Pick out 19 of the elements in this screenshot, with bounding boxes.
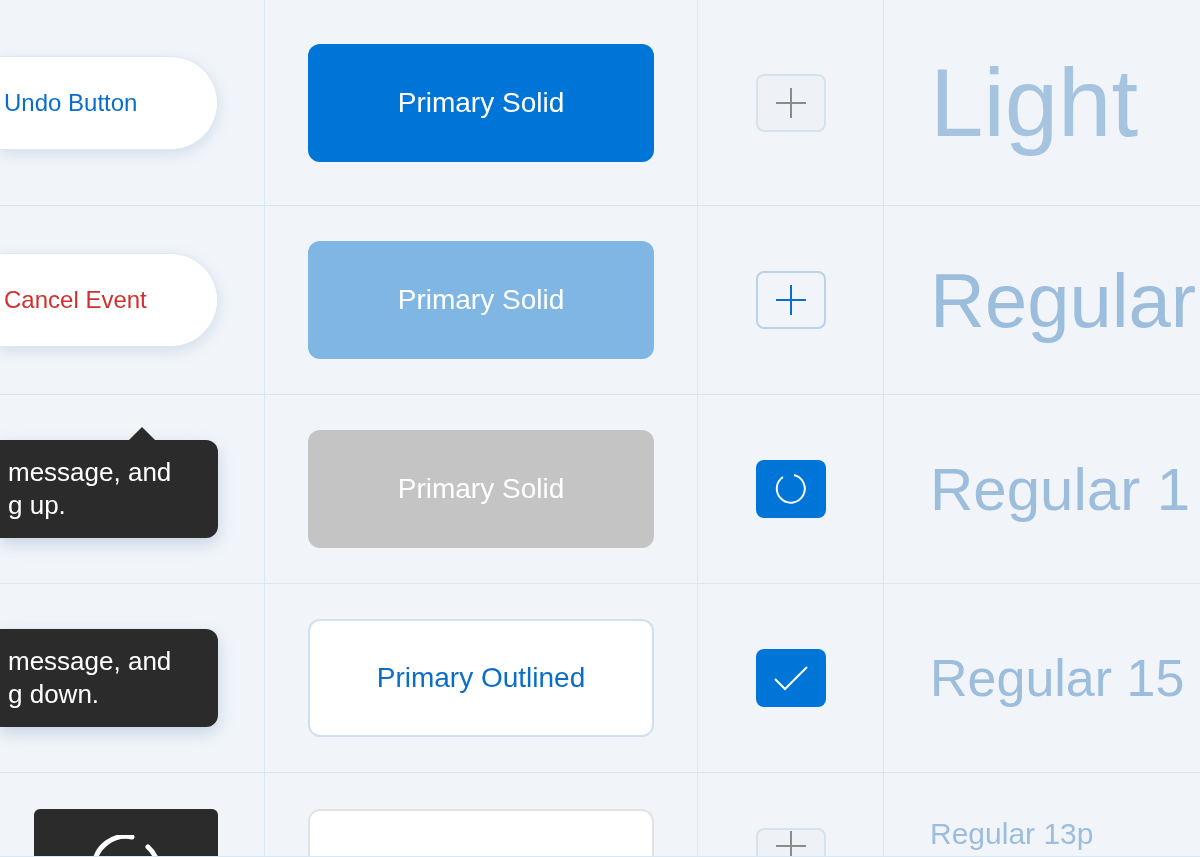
- loading-checkbox[interactable]: [755, 460, 826, 518]
- check-icon: [772, 664, 809, 692]
- pill-button[interactable]: Undo Button: [0, 55, 218, 150]
- type-sample: Regular 13p: [930, 815, 1094, 852]
- type-sample: Light: [930, 47, 1139, 158]
- add-button[interactable]: [755, 271, 826, 329]
- type-sample: Regular 15: [930, 647, 1185, 709]
- type-sample: Regular: [930, 256, 1197, 345]
- type-sample: Regular 1: [930, 454, 1191, 525]
- tooltip-text: message, and g up.: [8, 456, 173, 522]
- plus-icon: [774, 86, 807, 119]
- primary-button[interactable]: Primary Outlined: [308, 619, 654, 737]
- tooltip-text: message, and g down.: [8, 645, 173, 711]
- spinner-icon: [773, 472, 808, 506]
- pill-button[interactable]: Cancel Event: [0, 253, 218, 347]
- primary-button[interactable]: Primary Solid: [308, 43, 654, 162]
- plus-icon: [774, 284, 807, 316]
- checkbox[interactable]: [755, 649, 826, 707]
- plus-icon: [774, 830, 807, 856]
